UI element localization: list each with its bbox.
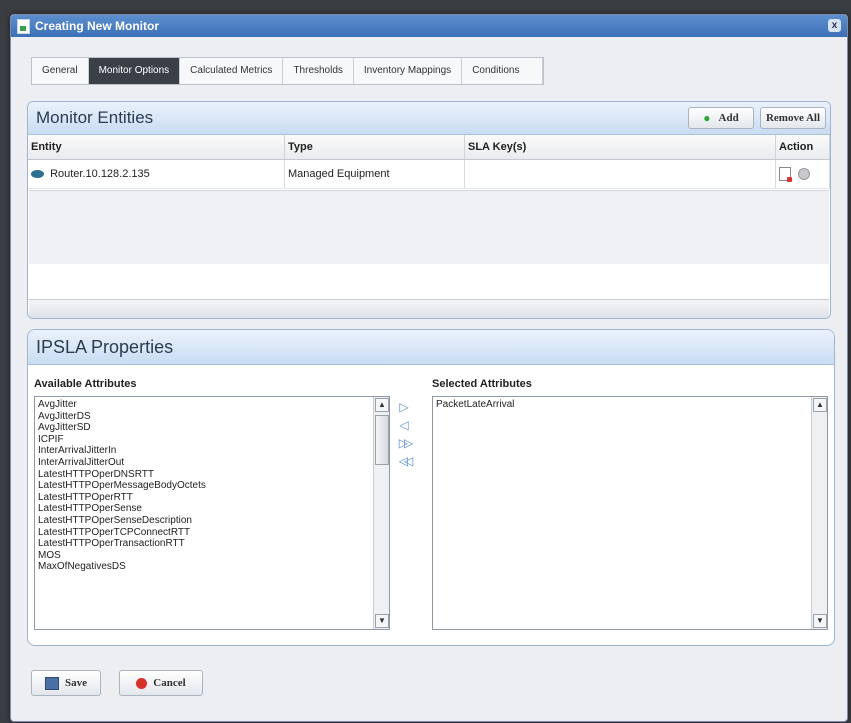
edit-document-icon[interactable] [779,167,792,182]
list-item[interactable]: AvgJitterSD [35,422,389,434]
scroll-down-icon[interactable]: ▼ [375,614,389,628]
add-all-arrow-icon[interactable]: ▷▷ [394,436,414,450]
remove-all-arrow-icon[interactable]: ◁◁ [394,454,414,468]
remove-all-button[interactable]: Remove All [760,107,826,129]
selected-scrollbar[interactable]: ▲ ▼ [811,397,827,629]
list-item[interactable]: InterArrivalJitterOut [35,457,389,469]
scroll-thumb[interactable] [375,415,389,465]
tab-bar: General Monitor Options Calculated Metri… [31,57,545,85]
cancel-label: Cancel [153,677,186,689]
document-icon [17,18,30,34]
ipsla-header: IPSLA Properties [28,330,834,365]
sla-keys-cell [464,159,776,189]
list-item[interactable]: ICPIF [35,434,389,446]
column-header-sla-keys[interactable]: SLA Key(s) [464,135,776,160]
tab-general[interactable]: General [32,58,89,84]
ipsla-title: IPSLA Properties [36,337,174,357]
cancel-button[interactable]: Cancel [119,670,203,696]
list-item[interactable]: AvgJitterDS [35,411,389,423]
entities-table: Entity Type SLA Key(s) Action Router.10.… [28,135,830,189]
entities-empty-area [29,190,829,264]
column-header-entity[interactable]: Entity [28,135,285,160]
available-attributes-list[interactable]: AvgJitter AvgJitterDS AvgJitterSD ICPIF Inte… [34,396,390,630]
monitor-entities-panel: Monitor Entities ● Add Remove All Entity… [27,101,831,319]
tab-thresholds[interactable]: Thresholds [283,58,354,84]
tab-calculated-metrics[interactable]: Calculated Metrics [180,58,284,84]
list-item[interactable]: LatestHTTPOperMessageBodyOctets [35,480,389,492]
selected-attributes-list[interactable]: PacketLateArrival ▲ ▼ [432,396,828,630]
save-button[interactable]: Save [31,670,101,696]
list-item[interactable]: AvgJitter [35,399,389,411]
scroll-up-icon[interactable]: ▲ [813,398,827,412]
list-item[interactable]: LatestHTTPOperDNSRTT [35,469,389,481]
tab-inventory-mappings[interactable]: Inventory Mappings [354,58,463,84]
router-icon [31,170,44,179]
column-header-type[interactable]: Type [284,135,465,160]
column-header-action[interactable]: Action [775,135,830,160]
add-label: Add [718,112,739,124]
table-row[interactable]: Router.10.128.2.135 Managed Equipment [28,159,830,189]
tab-conditions[interactable]: Conditions [462,58,544,84]
scroll-down-icon[interactable]: ▼ [813,614,827,628]
list-item[interactable]: LatestHTTPOperTransactionRTT [35,538,389,550]
selected-attributes-label: Selected Attributes [432,378,532,390]
save-icon [45,676,59,690]
available-attributes-label: Available Attributes [34,378,137,390]
remove-selected-arrow-icon[interactable]: ◁ [397,418,411,432]
dialog-title: Creating New Monitor [35,19,160,33]
create-monitor-dialog: Creating New Monitor x General Monitor O… [10,14,848,722]
list-item[interactable]: MOS [35,550,389,562]
action-cell [775,159,830,189]
list-item[interactable]: LatestHTTPOperRTT [35,492,389,504]
type-cell: Managed Equipment [284,159,465,189]
cancel-icon [136,677,148,689]
list-item[interactable]: MaxOfNegativesDS [35,561,389,573]
list-item[interactable]: LatestHTTPOperTCPConnectRTT [35,527,389,539]
entity-name: Router.10.128.2.135 [50,168,150,180]
entities-footer-strip [29,299,829,318]
add-selected-arrow-icon[interactable]: ▷ [397,400,411,414]
list-item[interactable]: PacketLateArrival [433,399,827,411]
available-scrollbar[interactable]: ▲ ▼ [373,397,389,629]
monitor-entities-title: Monitor Entities [36,108,154,127]
tab-monitor-options[interactable]: Monitor Options [88,58,181,84]
monitor-entities-header: Monitor Entities ● Add Remove All [28,102,830,135]
list-item[interactable]: InterArrivalJitterIn [35,445,389,457]
close-icon[interactable]: x [828,19,841,32]
settings-icon[interactable] [798,168,811,180]
dialog-titlebar: Creating New Monitor x [11,15,847,37]
save-label: Save [65,677,87,689]
entity-cell: Router.10.128.2.135 [28,159,285,189]
add-icon: ● [703,110,711,125]
scroll-up-icon[interactable]: ▲ [375,398,389,412]
ipsla-properties-panel: IPSLA Properties Available Attributes Se… [27,329,835,646]
list-item[interactable]: LatestHTTPOperSense [35,503,389,515]
add-button[interactable]: ● Add [688,107,754,129]
table-header-row: Entity Type SLA Key(s) Action [28,135,830,160]
list-item[interactable]: LatestHTTPOperSenseDescription [35,515,389,527]
